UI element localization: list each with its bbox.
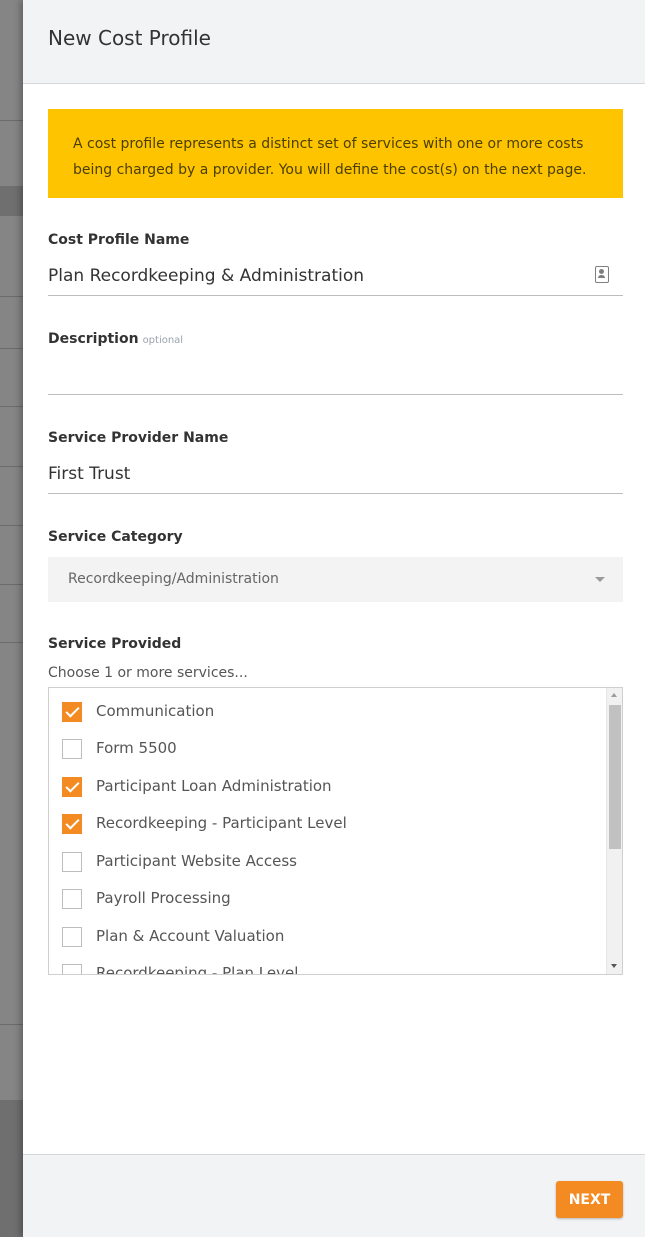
- cost-profile-name-label: Cost Profile Name: [48, 232, 190, 248]
- backdrop-divider: [0, 406, 23, 407]
- info-notice: A cost profile represents a distinct set…: [48, 109, 623, 198]
- next-button[interactable]: NEXT: [556, 1181, 623, 1218]
- list-item[interactable]: Participant Loan Administration: [62, 775, 592, 799]
- backdrop-band: [0, 186, 23, 216]
- checkbox[interactable]: [62, 702, 82, 722]
- service-category-select[interactable]: Recordkeeping/Administration: [48, 557, 623, 602]
- backdrop-divider: [0, 1024, 23, 1025]
- service-provided-hint: Choose 1 or more services...: [48, 665, 248, 681]
- checkbox[interactable]: [62, 927, 82, 947]
- list-item-label: Plan & Account Valuation: [96, 927, 285, 945]
- list-item[interactable]: Plan & Account Valuation: [62, 925, 592, 949]
- scroll-up-arrow-icon[interactable]: [611, 693, 617, 697]
- description-label-row: Description optional: [48, 331, 183, 347]
- description-underline: [48, 394, 623, 395]
- contact-card-icon[interactable]: [595, 266, 609, 283]
- backdrop-divider: [0, 348, 23, 349]
- backdrop-divider: [0, 120, 23, 121]
- service-provided-label: Service Provided: [48, 636, 182, 652]
- list-item-label: Communication: [96, 702, 215, 720]
- checkbox[interactable]: [62, 739, 82, 759]
- panel-header: New Cost Profile: [23, 0, 645, 84]
- backdrop-divider: [0, 525, 23, 526]
- scrollbar-thumb[interactable]: [609, 705, 621, 849]
- panel-footer: NEXT: [23, 1154, 645, 1237]
- new-cost-profile-panel: New Cost Profile A cost profile represen…: [23, 0, 645, 1237]
- checkbox[interactable]: [62, 777, 82, 797]
- list-item[interactable]: Recordkeeping - Plan Level: [62, 962, 592, 975]
- backdrop-band: [0, 1100, 23, 1237]
- notice-text: A cost profile represents a distinct set…: [73, 136, 587, 178]
- list-item-label: Form 5500: [96, 739, 177, 757]
- checkbox[interactable]: [62, 814, 82, 834]
- list-item[interactable]: Communication: [62, 700, 592, 724]
- scroll-down-arrow-icon[interactable]: [611, 964, 617, 968]
- list-item-label: Recordkeeping - Plan Level: [96, 964, 299, 975]
- backdrop-divider: [0, 296, 23, 297]
- chevron-down-icon: [595, 577, 605, 582]
- cost-profile-name-input[interactable]: Plan Recordkeeping & Administration: [48, 266, 364, 286]
- description-label: Description: [48, 331, 139, 347]
- optional-tag: optional: [142, 335, 184, 346]
- service-category-label: Service Category: [48, 529, 183, 545]
- list-item-label: Recordkeeping - Participant Level: [96, 814, 347, 832]
- backdrop-divider: [0, 466, 23, 467]
- list-item[interactable]: Payroll Processing: [62, 887, 592, 911]
- description-input[interactable]: [48, 362, 623, 392]
- list-item-label: Payroll Processing: [96, 889, 231, 907]
- service-provider-name-input[interactable]: First Trust: [48, 464, 130, 484]
- backdrop-divider: [0, 642, 23, 643]
- list-item[interactable]: Recordkeeping - Participant Level: [62, 812, 592, 836]
- services-listbox[interactable]: Communication Form 5500 Participant Loan…: [48, 687, 623, 975]
- cost-profile-name-underline: [48, 295, 623, 296]
- backdrop-divider: [0, 584, 23, 585]
- panel-title: New Cost Profile: [48, 26, 211, 50]
- list-item[interactable]: Participant Website Access: [62, 850, 592, 874]
- listbox-scrollbar[interactable]: [606, 688, 622, 974]
- backdrop: [0, 0, 23, 1237]
- service-category-value: Recordkeeping/Administration: [68, 571, 279, 587]
- list-item-label: Participant Website Access: [96, 852, 297, 870]
- checkbox[interactable]: [62, 852, 82, 872]
- list-item[interactable]: Form 5500: [62, 737, 592, 761]
- checkbox[interactable]: [62, 964, 82, 974]
- service-provider-name-underline: [48, 493, 623, 494]
- service-provider-name-label: Service Provider Name: [48, 430, 229, 446]
- checkbox[interactable]: [62, 889, 82, 909]
- list-item-label: Participant Loan Administration: [96, 777, 332, 795]
